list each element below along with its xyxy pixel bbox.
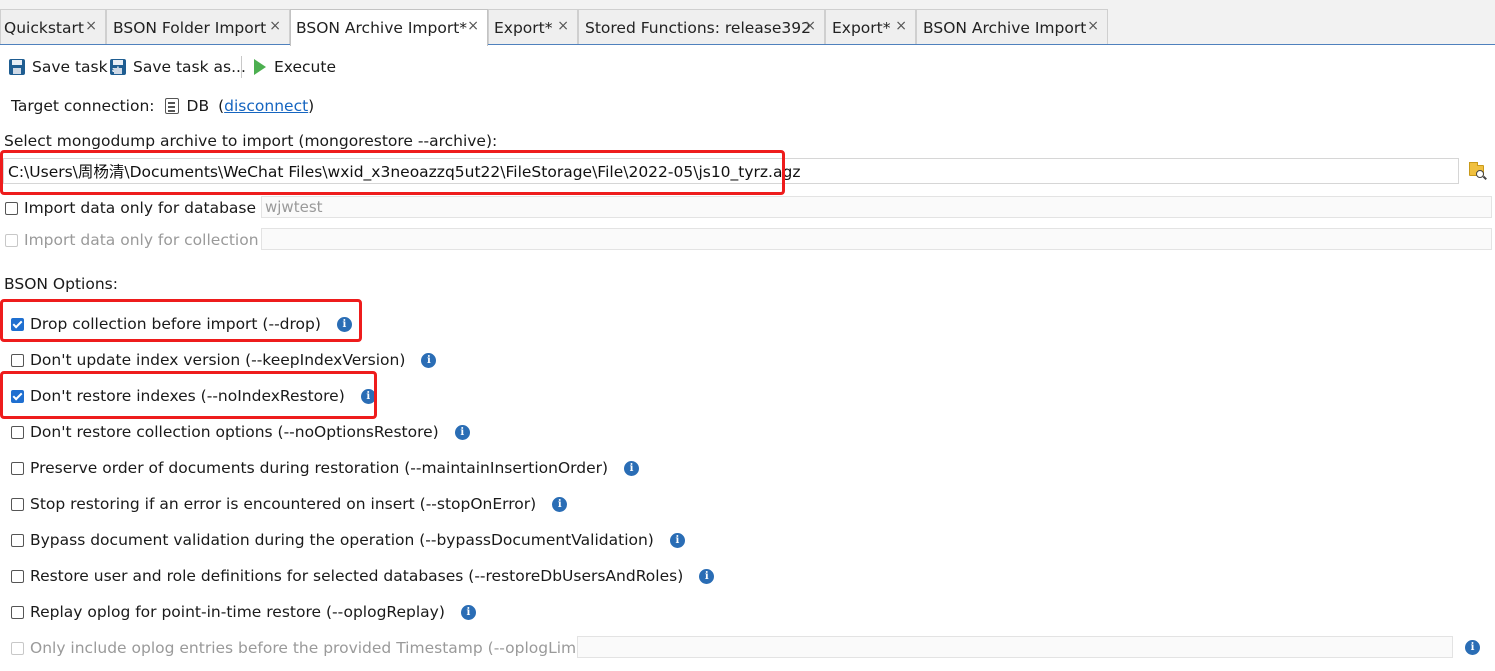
- close-icon[interactable]: ×: [1087, 18, 1099, 34]
- archive-label: Select mongodump archive to import (mong…: [4, 132, 498, 150]
- info-icon[interactable]: i: [421, 352, 437, 368]
- close-icon[interactable]: ×: [557, 18, 569, 34]
- paren-close: ): [308, 97, 315, 115]
- task-toolbar: Save task ab Save task as... Execute: [0, 52, 600, 82]
- option-oplog-limit[interactable]: Only include oplog entries before the pr…: [11, 637, 593, 659]
- close-icon[interactable]: ×: [895, 18, 907, 34]
- option-keep-index-version[interactable]: Don't update index version (--keepIndexV…: [11, 349, 437, 371]
- tab-bar-divider: [0, 44, 1495, 45]
- close-icon[interactable]: ×: [85, 18, 97, 34]
- option-no-options-restore[interactable]: Don't restore collection options (--noOp…: [11, 421, 470, 443]
- db-filter-checkbox[interactable]: [5, 201, 18, 215]
- close-icon[interactable]: ×: [269, 18, 281, 34]
- save-icon: [9, 59, 25, 75]
- option-bypass-validation[interactable]: Bypass document validation during the op…: [11, 529, 685, 551]
- info-icon[interactable]: i: [624, 460, 640, 476]
- save-task-button[interactable]: Save task: [9, 52, 108, 82]
- info-icon[interactable]: i: [336, 316, 352, 332]
- option-label: Preserve order of documents during resto…: [30, 459, 609, 477]
- option-stop-on-error[interactable]: Stop restoring if an error is encountere…: [11, 493, 568, 515]
- archive-path-input[interactable]: [3, 158, 1459, 184]
- tab-label: Export*: [832, 18, 891, 37]
- tab-label: BSON Archive Import*: [296, 19, 468, 37]
- tab-export-2[interactable]: Export* ×: [825, 9, 916, 45]
- checkbox[interactable]: [11, 533, 24, 547]
- checkbox[interactable]: [11, 317, 24, 331]
- save-task-label: Save task: [32, 58, 108, 76]
- option-label: Replay oplog for point-in-time restore (…: [30, 603, 445, 621]
- checkbox[interactable]: [11, 353, 24, 367]
- checkbox[interactable]: [11, 497, 24, 511]
- option-label: Only include oplog entries before the pr…: [30, 639, 593, 657]
- checkbox[interactable]: [11, 641, 24, 655]
- option-drop[interactable]: Drop collection before import (--drop) i: [11, 313, 352, 335]
- close-icon[interactable]: ×: [467, 18, 479, 34]
- execute-button[interactable]: Execute: [251, 52, 336, 82]
- option-oplog-replay[interactable]: Replay oplog for point-in-time restore (…: [11, 601, 476, 623]
- info-icon[interactable]: i: [460, 604, 476, 620]
- info-icon[interactable]: i: [454, 424, 470, 440]
- bson-options-heading: BSON Options:: [4, 275, 118, 293]
- option-label: Drop collection before import (--drop): [30, 315, 321, 333]
- connection-name: DB: [186, 97, 210, 115]
- checkbox[interactable]: [11, 461, 24, 475]
- tab-export[interactable]: Export* ×: [488, 9, 578, 45]
- tab-label: BSON Archive Import: [923, 18, 1087, 37]
- info-icon[interactable]: i: [699, 568, 715, 584]
- tab-label: Export*: [494, 18, 553, 37]
- tab-label: BSON Folder Import: [113, 18, 267, 37]
- tab-label: Stored Functions: release392: [585, 18, 811, 37]
- info-icon[interactable]: i: [669, 532, 685, 548]
- oplog-limit-field[interactable]: [577, 636, 1453, 658]
- db-filter-field[interactable]: wjwtest: [261, 196, 1492, 218]
- collection-filter-checkbox[interactable]: [5, 233, 18, 247]
- checkbox[interactable]: [11, 389, 24, 403]
- tab-quickstart[interactable]: Quickstart ×: [0, 9, 106, 45]
- database-icon: [164, 98, 179, 114]
- disconnect-link[interactable]: disconnect: [224, 97, 308, 115]
- option-label: Restore user and role definitions for se…: [30, 567, 684, 585]
- db-filter-row: Import data only for database: [5, 197, 256, 219]
- tab-bson-archive-import-2[interactable]: BSON Archive Import ×: [916, 9, 1108, 45]
- target-connection-row: Target connection: DB ( disconnect ): [11, 95, 314, 117]
- checkbox[interactable]: [11, 425, 24, 439]
- target-connection-label: Target connection:: [11, 97, 155, 115]
- option-no-index-restore[interactable]: Don't restore indexes (--noIndexRestore)…: [11, 385, 376, 407]
- browse-button[interactable]: [1467, 161, 1487, 181]
- save-as-icon: ab: [110, 59, 126, 75]
- collection-filter-row: Import data only for collection: [5, 229, 259, 251]
- option-maintain-insertion-order[interactable]: Preserve order of documents during resto…: [11, 457, 640, 479]
- tab-bson-folder-import[interactable]: BSON Folder Import ×: [106, 9, 290, 45]
- play-icon: [254, 59, 266, 75]
- collection-filter-label: Import data only for collection: [24, 231, 259, 249]
- option-label: Stop restoring if an error is encountere…: [30, 495, 537, 513]
- option-label: Don't restore collection options (--noOp…: [30, 423, 439, 441]
- option-label: Don't update index version (--keepIndexV…: [30, 351, 406, 369]
- checkbox[interactable]: [11, 605, 24, 619]
- tab-bson-archive-import-active[interactable]: BSON Archive Import* ×: [290, 9, 488, 46]
- save-task-as-button[interactable]: ab Save task as...: [110, 52, 246, 82]
- tab-label: Quickstart: [4, 18, 84, 37]
- option-label: Don't restore indexes (--noIndexRestore): [30, 387, 345, 405]
- toolbar-separator: [241, 56, 242, 78]
- close-icon[interactable]: ×: [804, 18, 816, 34]
- option-restore-db-users-roles[interactable]: Restore user and role definitions for se…: [11, 565, 715, 587]
- tab-stored-functions[interactable]: Stored Functions: release392 ×: [578, 9, 825, 45]
- save-task-as-label: Save task as...: [133, 58, 246, 76]
- collection-filter-field[interactable]: [261, 228, 1492, 250]
- db-filter-label: Import data only for database: [24, 199, 257, 217]
- checkbox[interactable]: [11, 569, 24, 583]
- execute-label: Execute: [274, 58, 336, 76]
- editor-tab-bar: Quickstart × BSON Folder Import × BSON A…: [0, 0, 1495, 46]
- info-icon[interactable]: i: [552, 496, 568, 512]
- info-icon[interactable]: i: [1465, 640, 1480, 655]
- option-label: Bypass document validation during the op…: [30, 531, 654, 549]
- search-icon: [1476, 170, 1484, 178]
- info-icon[interactable]: i: [360, 388, 376, 404]
